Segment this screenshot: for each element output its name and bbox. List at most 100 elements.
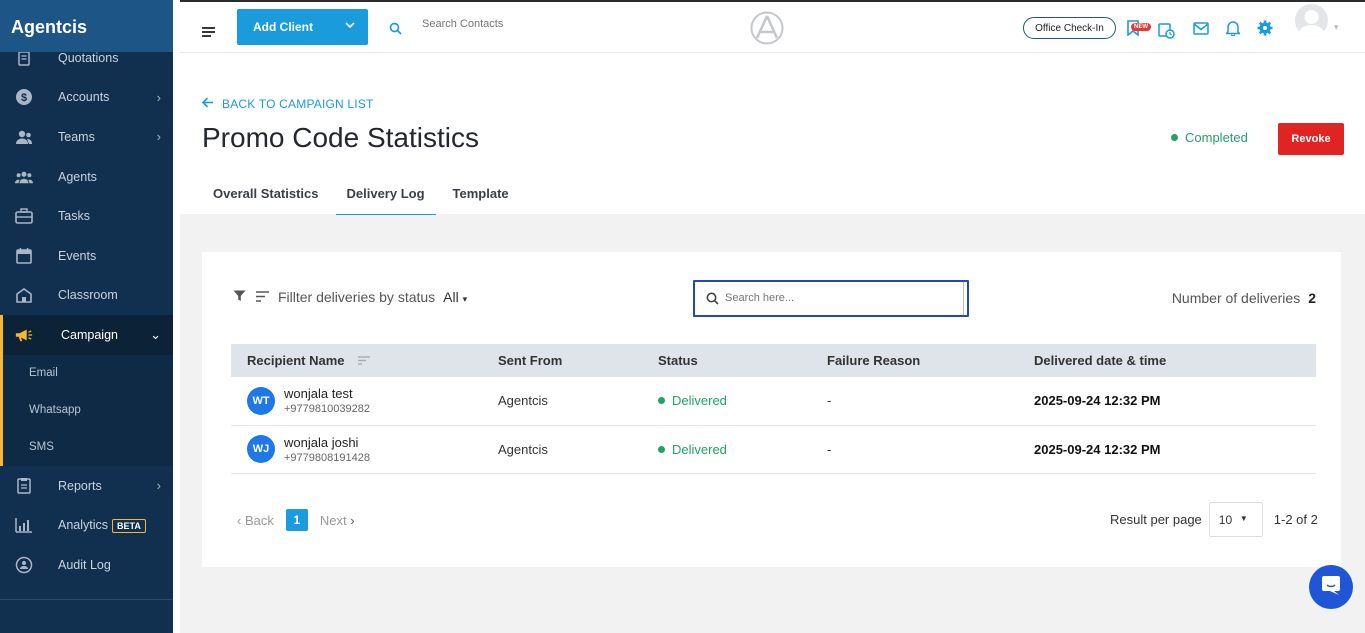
- chevron-right-icon: ›: [156, 129, 161, 145]
- sidebar-item-label: Classroom: [58, 288, 118, 303]
- sidebar-subitem-sms[interactable]: SMS: [0, 428, 173, 466]
- filter-label: Fillter deliveries by status: [278, 289, 436, 305]
- col-failure-reason: Failure Reason: [827, 344, 1034, 377]
- analytics-label: Analytics: [58, 518, 109, 533]
- sidebar-item-accounts[interactable]: $ Accounts ›: [0, 78, 173, 118]
- sidebar-subitem-whatsapp[interactable]: Whatsapp: [0, 391, 173, 429]
- search-icon: [389, 22, 402, 40]
- failure-reason-cell: -: [827, 425, 1034, 474]
- tab-template[interactable]: Template: [442, 173, 520, 215]
- pager-next-button[interactable]: Next ›: [320, 513, 355, 528]
- sidebar-item-teams[interactable]: Teams ›: [0, 117, 173, 157]
- briefcase-icon: [15, 207, 33, 225]
- recipient-phone: +9779810039282: [284, 403, 370, 416]
- campaign-header: BACK TO CAMPAIGN LIST Promo Code Statist…: [180, 53, 1365, 215]
- sidebar-item-classroom[interactable]: Classroom: [0, 276, 173, 316]
- sidebar-item-analytics[interactable]: Analytics BETA: [0, 505, 173, 545]
- hamburger-icon[interactable]: [202, 24, 216, 42]
- delivery-table: Recipient Name Sent From Status Failure …: [231, 344, 1316, 474]
- sidebar-menu: Quotations $ Accounts › Teams › Agents T…: [0, 38, 173, 585]
- rpp-label: Result per page: [1110, 512, 1202, 527]
- results-per-page: Result per page 10 ▼ 1-2 of 2: [1110, 502, 1318, 537]
- status-badge: Completed: [1171, 130, 1248, 145]
- status-filter: Fillter deliveries by status All ▾: [233, 289, 467, 305]
- back-to-campaign-list-link[interactable]: BACK TO CAMPAIGN LIST: [201, 97, 374, 111]
- arrow-left-icon: [201, 97, 214, 111]
- status-dot: [1171, 134, 1178, 141]
- task-clock-icon[interactable]: [1158, 23, 1176, 44]
- sort-icon[interactable]: [358, 353, 371, 368]
- delivery-search[interactable]: [693, 280, 969, 317]
- sidebar-item-agents[interactable]: Agents: [0, 157, 173, 197]
- gear-icon[interactable]: [1257, 20, 1273, 41]
- caret-down-icon: ▾: [462, 294, 468, 304]
- sidebar-item-label: Analytics BETA: [58, 518, 146, 534]
- office-checkin-button[interactable]: Office Check-In: [1023, 17, 1116, 39]
- delivery-log-card: Fillter deliveries by status All ▾ Numbe…: [202, 252, 1341, 567]
- recipient-name: wonjala joshi: [284, 434, 359, 450]
- classroom-icon: [15, 286, 33, 304]
- status-text: Completed: [1185, 130, 1248, 145]
- pagination: ‹ Back 1 Next ›: [237, 509, 355, 531]
- mail-icon[interactable]: [1193, 22, 1209, 40]
- next-label: Next: [319, 512, 347, 528]
- avatar: WT: [247, 386, 275, 415]
- chevron-down-icon[interactable]: [344, 19, 356, 34]
- avatar: WJ: [247, 435, 275, 463]
- recipient-phone: +9779808191428: [284, 451, 370, 464]
- bell-icon[interactable]: [1224, 20, 1242, 41]
- col-recipient-name[interactable]: Recipient Name: [231, 344, 498, 377]
- sidebar-gap: [173, 0, 180, 633]
- col-sent-from: Sent From: [498, 344, 658, 377]
- add-client-button[interactable]: Add Client: [237, 9, 368, 45]
- tab-overall-statistics[interactable]: Overall Statistics: [202, 173, 330, 215]
- chat-icon: [1320, 574, 1342, 601]
- team-icon: [15, 128, 33, 146]
- delivery-search-input[interactable]: [725, 292, 945, 304]
- failure-reason-cell: -: [827, 377, 1034, 426]
- status-text: Delivered: [672, 393, 727, 409]
- status-filter-select[interactable]: All ▾: [443, 289, 467, 305]
- table-header-row: Recipient Name Sent From Status Failure …: [231, 344, 1316, 377]
- chevron-right-icon: ›: [156, 89, 161, 105]
- sidebar-item-label: Agents: [58, 169, 97, 184]
- chevron-left-icon: ‹: [237, 512, 245, 528]
- col-delivered-date: Delivered date & time: [1034, 344, 1316, 377]
- pager-back-button[interactable]: ‹ Back: [237, 513, 274, 528]
- tab-delivery-log[interactable]: Delivery Log: [335, 173, 436, 215]
- status-badge: Delivered: [658, 442, 827, 457]
- user-avatar[interactable]: [1295, 4, 1328, 37]
- sort-lines-icon: [256, 289, 270, 305]
- chat-widget-button[interactable]: [1309, 565, 1353, 609]
- filter-icon[interactable]: [233, 289, 246, 305]
- sidebar-item-label: Events: [58, 248, 97, 263]
- page-title: Promo Code Statistics: [202, 122, 479, 153]
- caret-down-icon[interactable]: ▾: [1334, 22, 1339, 33]
- status-dot: [658, 397, 665, 405]
- table-row: WJ wonjala joshi +9779808191428 Agentcis D…: [231, 425, 1316, 474]
- sidebar-item-reports[interactable]: Reports ›: [0, 466, 173, 506]
- sidebar-item-tasks[interactable]: Tasks: [0, 196, 173, 236]
- brand-logo[interactable]: Agentcis: [0, 0, 173, 52]
- sidebar-item-label: Audit Log: [58, 557, 111, 572]
- company-logo-icon: [750, 11, 784, 50]
- back-label: BACK TO CAMPAIGN LIST: [222, 97, 374, 111]
- new-badge: NEW: [1131, 23, 1151, 31]
- page-1-button[interactable]: 1: [285, 509, 308, 531]
- recipient-name: wonjala test: [284, 386, 353, 402]
- sidebar-item-campaign[interactable]: Campaign ⌄: [0, 315, 173, 355]
- sidebar-item-label: Tasks: [58, 209, 90, 224]
- sidebar-item-events[interactable]: Events: [0, 236, 173, 276]
- search-icon: [706, 292, 719, 310]
- sidebar-item-audit-log[interactable]: Audit Log: [0, 545, 173, 585]
- rpp-value: 10: [1218, 512, 1233, 527]
- sidebar-subitem-email[interactable]: Email: [0, 354, 173, 392]
- revoke-button[interactable]: Revoke: [1278, 123, 1344, 155]
- agents-icon: [15, 168, 33, 186]
- sidebar-item-label: Quotations: [58, 50, 119, 65]
- sidebar: Agentcis Quotations $ Accounts › Teams ›…: [0, 0, 173, 633]
- search-contacts-input[interactable]: [422, 18, 622, 30]
- rpp-select[interactable]: 10 ▼: [1208, 502, 1263, 537]
- col-label: Recipient Name: [247, 353, 345, 368]
- status-dot: [658, 445, 665, 453]
